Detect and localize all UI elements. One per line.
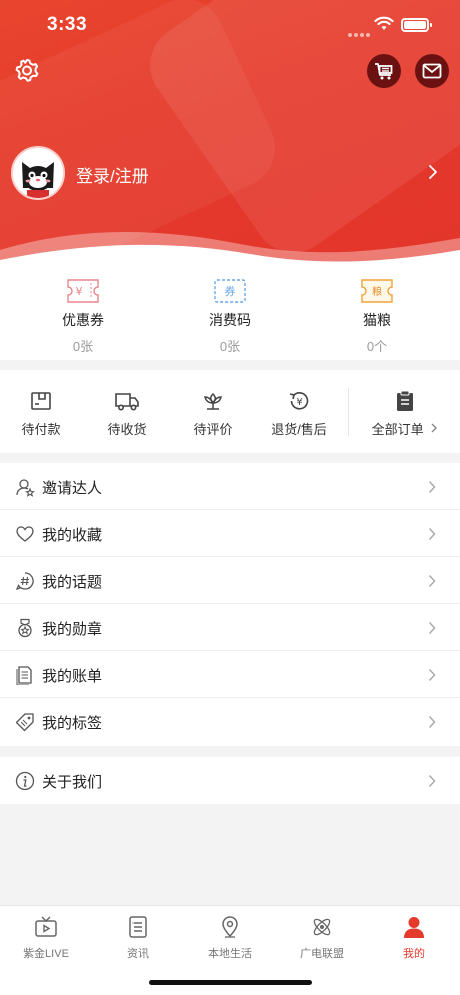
mail-icon — [422, 63, 442, 79]
chevron-right-icon — [428, 574, 436, 588]
status-time: 3:33 — [47, 14, 88, 35]
menu-item-label: 我的勋章 — [42, 621, 103, 638]
refund-icon: ¥ — [289, 392, 309, 410]
status-bar: 3:33 — [0, 14, 460, 38]
menu-item-label: 邀请达人 — [42, 480, 103, 497]
clipboard-icon — [397, 390, 413, 411]
menu-item-favorites[interactable]: 我的收藏 — [0, 510, 460, 557]
coupon-item[interactable]: ¥ 优惠券 0张 — [23, 278, 143, 355]
menu-item-tags[interactable]: 我的标签 — [0, 698, 460, 745]
all-orders-button[interactable]: 全部订单 — [357, 390, 453, 439]
refund-after-sales-order[interactable]: ¥ 退货/售后 — [259, 390, 339, 438]
tab-label: 本地生活 — [208, 948, 252, 960]
ticket-glyph: 券 — [225, 284, 236, 298]
tab-label: 资讯 — [127, 948, 149, 960]
pending-review-order[interactable]: 待评价 — [173, 390, 253, 438]
flower-icon — [204, 392, 222, 410]
cart-icon — [375, 63, 393, 80]
menu-item-label: 我的收藏 — [42, 527, 103, 544]
cat-food-icon: 粮 — [361, 279, 393, 303]
menu-item-topics[interactable]: 我的话题 — [0, 557, 460, 604]
home-indicator[interactable] — [149, 980, 312, 985]
tag-icon — [15, 713, 34, 732]
asset-name: 消费码 — [209, 312, 251, 328]
login-register-label[interactable]: 登录/注册 — [76, 162, 149, 187]
chevron-right-icon — [428, 774, 436, 788]
asset-count: 0张 — [219, 339, 241, 354]
menu-item-medals[interactable]: 我的勋章 — [0, 604, 460, 651]
menu-item-label: 我的话题 — [42, 574, 103, 591]
chevron-right-icon — [428, 668, 436, 682]
atom-icon — [313, 918, 331, 936]
live-tv-icon — [35, 916, 57, 937]
asset-count: 0张 — [72, 339, 94, 354]
order-name: 退货/售后 — [271, 422, 327, 437]
battery-icon — [401, 18, 432, 32]
invite-user-icon — [16, 479, 35, 497]
profile-header — [0, 0, 460, 268]
signal-icon — [348, 24, 372, 42]
news-icon — [129, 916, 147, 938]
consumption-code-item[interactable]: 券 消费码 0张 — [170, 278, 290, 355]
avatar[interactable] — [11, 146, 65, 200]
asset-count: 0个 — [366, 339, 388, 354]
menu-list: 邀请达人 我的收藏 我的话题 我的勋章 我的账单 我的标签 — [0, 463, 460, 746]
chevron-right-icon — [428, 480, 436, 494]
order-name: 待收货 — [107, 422, 147, 437]
chevron-right-icon — [431, 423, 438, 433]
orders-divider — [348, 388, 349, 436]
tab-local-life[interactable]: 本地生活 — [184, 915, 276, 961]
header-wave — [0, 232, 460, 268]
chevron-right-icon — [429, 165, 437, 179]
tab-news[interactable]: 资讯 — [92, 915, 184, 961]
coupon-glyph: ¥ — [76, 285, 83, 298]
menu-item-label: 我的账单 — [42, 668, 103, 685]
asset-name: 优惠券 — [62, 312, 104, 328]
heart-icon — [16, 526, 34, 542]
tab-label: 紫金LIVE — [23, 948, 69, 960]
menu-item-label: 我的标签 — [42, 715, 103, 732]
tab-mine[interactable]: 我的 — [368, 915, 460, 961]
pending-payment-order[interactable]: 待付款 — [1, 390, 81, 438]
menu-item-bills[interactable]: 我的账单 — [0, 651, 460, 698]
tab-label: 广电联盟 — [300, 948, 344, 960]
coupon-icon: ¥ — [67, 279, 99, 303]
chevron-right-icon — [428, 715, 436, 729]
settings-gear-icon[interactable] — [13, 57, 41, 85]
location-icon — [222, 916, 238, 938]
pending-receipt-order[interactable]: 待收货 — [87, 390, 167, 438]
hashtag-icon — [15, 572, 34, 591]
menu-item-invite[interactable]: 邀请达人 — [0, 463, 460, 510]
orders-panel: 待付款 待收货 待评价 ¥ 退货/售后 全部订单 — [0, 370, 460, 453]
bill-icon — [16, 666, 32, 685]
wifi-icon — [374, 16, 394, 30]
assets-panel: ¥ 优惠券 0张 券 消费码 0张 粮 猫粮 0个 — [0, 268, 460, 360]
ticket-icon: 券 — [214, 279, 246, 303]
order-name: 待付款 — [21, 422, 61, 437]
info-icon — [15, 771, 35, 791]
asset-name: 猫粮 — [363, 312, 391, 328]
wallet-icon — [31, 392, 51, 410]
menu-item-about[interactable]: 关于我们 — [0, 757, 460, 804]
cat-food-glyph: 粮 — [372, 285, 382, 298]
login-register-row[interactable]: 登录/注册 — [11, 146, 451, 200]
medal-icon — [18, 618, 32, 638]
tab-label: 我的 — [403, 948, 425, 960]
cat-food-item[interactable]: 粮 猫粮 0个 — [317, 278, 437, 355]
chevron-right-icon — [428, 527, 436, 541]
truck-icon — [115, 393, 139, 411]
tab-broadcast-alliance[interactable]: 广电联盟 — [276, 915, 368, 961]
tab-zijin-live[interactable]: 紫金LIVE — [0, 915, 92, 961]
menu-item-label: 关于我们 — [42, 774, 103, 791]
cat-avatar-icon — [22, 162, 54, 198]
chevron-right-icon — [428, 621, 436, 635]
about-section: 关于我们 — [0, 757, 460, 804]
order-name: 待评价 — [193, 422, 233, 437]
shopping-cart-button[interactable] — [367, 54, 401, 88]
all-orders-text: 全部订单 — [371, 422, 424, 437]
refund-glyph: ¥ — [296, 397, 302, 408]
messages-button[interactable] — [415, 54, 449, 88]
person-icon — [404, 917, 424, 938]
all-orders-label: 全部订单 — [372, 419, 439, 438]
